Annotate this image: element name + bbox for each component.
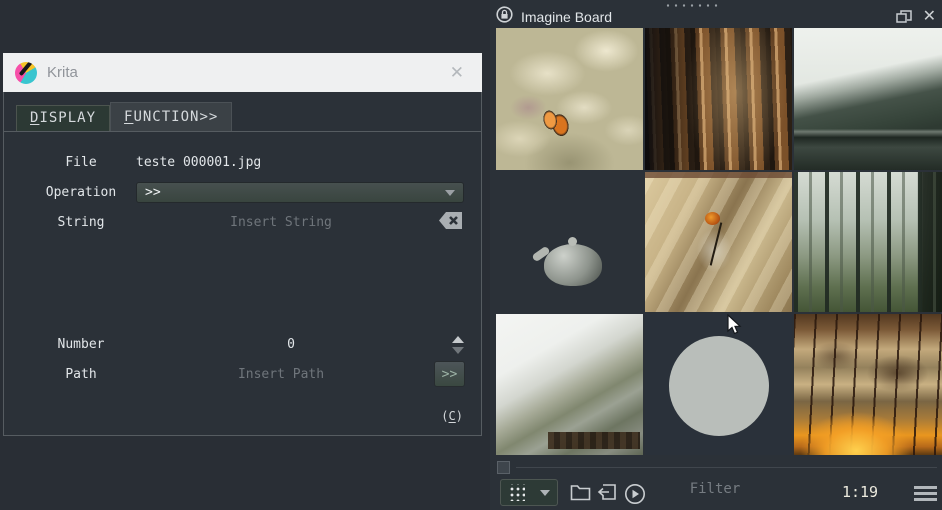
image-thumbnail-foggy-forest[interactable]	[794, 172, 942, 312]
tab-display-label: ISPLAY	[39, 110, 97, 126]
mouse-cursor	[727, 313, 743, 340]
clear-text-icon[interactable]	[438, 211, 464, 230]
image-grid	[496, 28, 942, 455]
chevron-down-icon	[445, 189, 455, 196]
grid-view-icon	[508, 484, 525, 501]
image-thumbnail-foggy-hillside[interactable]	[496, 314, 643, 455]
filter-input[interactable]	[640, 481, 790, 497]
docker-titlebar[interactable]: Imagine Board ✕	[490, 5, 942, 28]
float-docker-icon[interactable]	[895, 9, 913, 24]
teapot-shape	[544, 237, 602, 286]
credit-accel: C	[448, 409, 456, 423]
file-value: teste 000001.jpg	[136, 155, 262, 170]
tab-display[interactable]: DISPLAY	[16, 105, 111, 132]
lock-icon	[496, 5, 513, 28]
imagine-board-docker: Imagine Board ✕ Filter 1:19	[490, 0, 942, 510]
string-input[interactable]: Insert String	[136, 215, 426, 230]
number-label: Number	[57, 337, 105, 352]
butterfly-shape	[537, 105, 575, 141]
path-input[interactable]: Insert Path	[136, 367, 426, 382]
image-thumbnail-sunset-plants[interactable]	[794, 314, 942, 455]
krita-app-icon	[15, 61, 37, 84]
credit-open: (	[441, 409, 449, 423]
thumbnail-size-slider	[490, 459, 942, 477]
spin-down-icon[interactable]	[452, 347, 464, 354]
operation-selected-value: >>	[145, 185, 161, 200]
credit-close: )	[455, 409, 463, 423]
image-thumbnail-loading[interactable]	[645, 314, 792, 455]
grid-view-dropdown-button[interactable]	[500, 479, 558, 506]
image-thumbnail-teapot[interactable]	[496, 172, 643, 312]
image-thumbnail-mountain-lake[interactable]	[794, 28, 942, 170]
open-folder-icon[interactable]	[570, 483, 591, 505]
cabin-shape	[548, 432, 640, 449]
chevron-down-icon	[540, 489, 550, 496]
screen: Krita ✕ DISPLAY FUNCTION>> File teste 00…	[0, 0, 942, 510]
path-label: Path	[65, 367, 97, 382]
tab-bar: DISPLAY FUNCTION>>	[16, 102, 233, 132]
path-browse-button[interactable]: >>	[434, 361, 465, 387]
image-thumbnail-flower-vase[interactable]	[645, 172, 792, 312]
loading-circle	[669, 336, 769, 436]
tab-function[interactable]: FUNCTION>>	[110, 102, 233, 132]
file-label: File	[65, 155, 97, 170]
slider-track[interactable]	[516, 467, 937, 468]
number-input[interactable]: 0	[136, 337, 446, 352]
image-thumbnail-butterfly-flowers[interactable]	[496, 28, 643, 170]
tab-pane-border	[4, 131, 481, 132]
operation-combobox[interactable]: >>	[136, 182, 464, 203]
spin-up-icon[interactable]	[452, 336, 464, 343]
docker-toolbar: 1:19	[490, 478, 942, 510]
dialog-titlebar[interactable]: Krita ✕	[3, 53, 482, 92]
close-docker-icon[interactable]: ✕	[923, 8, 936, 25]
krita-dialog: Krita ✕ DISPLAY FUNCTION>> File teste 00…	[3, 53, 482, 436]
dialog-body: DISPLAY FUNCTION>> File teste 000001.jpg…	[3, 92, 482, 436]
tab-function-label: UNCTION>>	[133, 109, 219, 125]
dialog-title: Krita	[47, 64, 78, 81]
string-label: String	[57, 215, 105, 230]
flower-stem-shape	[709, 222, 723, 266]
close-icon[interactable]: ✕	[444, 62, 470, 83]
operation-label: Operation	[45, 185, 117, 200]
image-thumbnail-tree-bark[interactable]	[645, 28, 792, 170]
image-counter: 1:19	[841, 483, 879, 501]
credit-link[interactable]: (C)	[441, 409, 463, 423]
flower-shape	[705, 212, 720, 225]
menu-icon[interactable]	[914, 486, 937, 501]
number-spinner	[450, 336, 466, 356]
slider-handle[interactable]	[497, 461, 510, 474]
docker-title: Imagine Board	[521, 8, 613, 25]
insert-image-icon[interactable]	[597, 483, 617, 505]
